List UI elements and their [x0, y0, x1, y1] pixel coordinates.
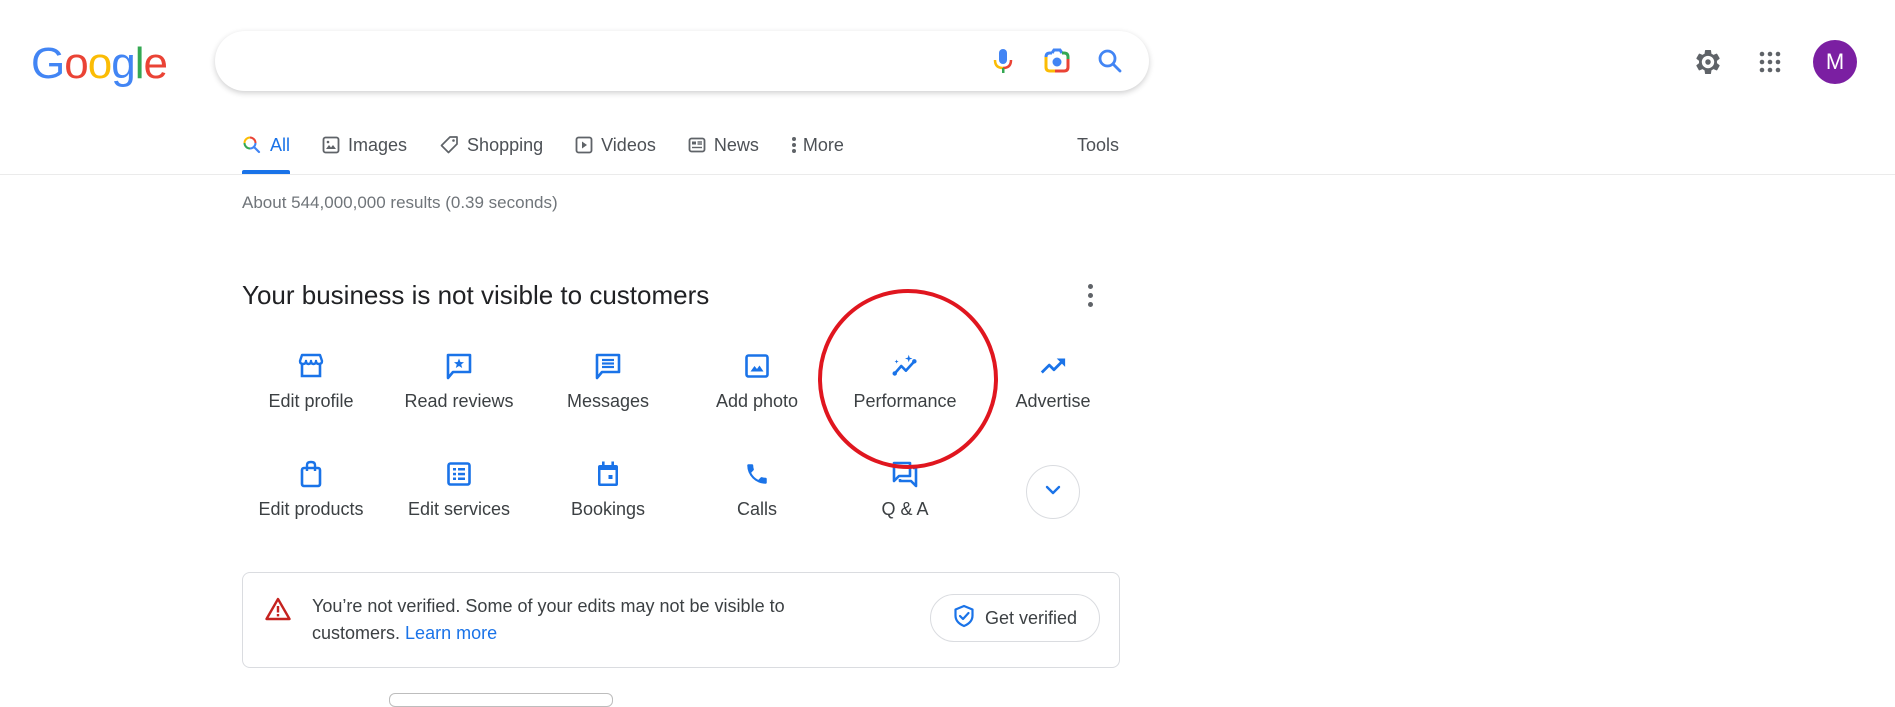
- action-label: Edit products: [258, 499, 364, 519]
- verification-banner: You’re not verified. Some of your edits …: [242, 572, 1120, 668]
- warning-icon: [265, 597, 291, 626]
- action-label: Edit services: [407, 499, 511, 519]
- card-more-options-icon[interactable]: [1078, 280, 1102, 310]
- action-label: Edit profile: [268, 391, 354, 411]
- logo-letter: g: [111, 39, 136, 88]
- action-bookings[interactable]: Bookings: [534, 460, 682, 520]
- search-icon: [242, 135, 262, 155]
- tab-news[interactable]: News: [688, 130, 759, 160]
- tools-button[interactable]: Tools: [1077, 130, 1119, 160]
- performance-sparkle-icon: [891, 352, 919, 380]
- logo-letter: o: [87, 39, 113, 88]
- get-verified-button[interactable]: Get verified: [930, 594, 1100, 642]
- message-icon: [594, 352, 622, 380]
- action-label: Performance: [853, 391, 957, 411]
- google-logo[interactable]: Google: [31, 39, 168, 88]
- action-messages[interactable]: Messages: [534, 352, 682, 412]
- tab-label: All: [270, 134, 291, 155]
- search-box: [215, 31, 1149, 91]
- logo-letter: o: [64, 39, 89, 88]
- action-label: Bookings: [570, 499, 646, 519]
- avatar-initial: M: [1825, 49, 1845, 74]
- settings-gear-icon[interactable]: [1690, 44, 1726, 80]
- action-label: Read reviews: [404, 391, 514, 411]
- expand-actions-button[interactable]: [1026, 465, 1080, 519]
- tab-label: Videos: [601, 134, 656, 155]
- action-label: Q & A: [881, 499, 929, 519]
- header-divider: [0, 174, 1895, 175]
- account-avatar[interactable]: M: [1813, 40, 1857, 84]
- tab-more[interactable]: More: [791, 130, 844, 160]
- action-q-and-a[interactable]: Q & A: [831, 460, 979, 520]
- google-lens-icon[interactable]: [1043, 47, 1071, 75]
- verification-text: You’re not verified. Some of your edits …: [312, 596, 785, 643]
- verification-message: You’re not verified. Some of your edits …: [312, 593, 852, 647]
- review-star-icon: [445, 352, 473, 380]
- more-vert-icon: [791, 135, 797, 155]
- action-label: Advertise: [1015, 391, 1091, 411]
- get-verified-label: Get verified: [984, 607, 1078, 628]
- logo-letter: e: [143, 39, 168, 88]
- microphone-icon[interactable]: [989, 47, 1017, 75]
- tag-icon: [439, 135, 459, 155]
- action-performance[interactable]: Performance: [831, 352, 979, 412]
- result-stats: About 544,000,000 results (0.39 seconds): [242, 193, 558, 212]
- action-edit-services[interactable]: Edit services: [385, 460, 533, 520]
- trending-up-icon: [1039, 352, 1067, 380]
- tab-label: Images: [348, 134, 408, 155]
- search-input[interactable]: [239, 41, 983, 83]
- action-edit-profile[interactable]: Edit profile: [237, 352, 385, 412]
- action-label: Calls: [736, 499, 777, 519]
- partial-next-button[interactable]: [389, 693, 613, 707]
- tab-label: Shopping: [467, 134, 544, 155]
- business-card-title: Your business is not visible to customer…: [242, 280, 710, 310]
- action-calls[interactable]: Calls: [683, 460, 831, 520]
- search-icon[interactable]: [1096, 47, 1124, 75]
- learn-more-link[interactable]: Learn more: [405, 623, 497, 643]
- action-label: Messages: [566, 391, 650, 411]
- action-add-photo[interactable]: Add photo: [683, 352, 831, 412]
- logo-letter: l: [134, 39, 145, 88]
- tab-label: More: [802, 134, 844, 155]
- logo-letter: G: [31, 39, 65, 88]
- tab-label: News: [713, 134, 759, 155]
- action-edit-products[interactable]: Edit products: [237, 460, 385, 520]
- list-icon: [445, 460, 473, 488]
- photo-icon: [743, 352, 771, 380]
- shopping-bag-icon: [297, 460, 325, 488]
- verified-shield-icon: [953, 604, 975, 633]
- tab-all[interactable]: All: [242, 130, 291, 174]
- image-icon: [322, 136, 340, 154]
- action-advertise[interactable]: Advertise: [979, 352, 1127, 412]
- play-icon: [575, 136, 593, 154]
- phone-icon: [743, 460, 771, 488]
- tab-shopping[interactable]: Shopping: [439, 130, 543, 160]
- action-read-reviews[interactable]: Read reviews: [385, 352, 533, 412]
- tab-videos[interactable]: Videos: [575, 130, 656, 160]
- qa-forum-icon: [891, 460, 919, 488]
- action-label: Add photo: [715, 391, 799, 411]
- chevron-down-icon: [1044, 483, 1062, 501]
- newspaper-icon: [688, 136, 706, 154]
- storefront-icon: [297, 352, 325, 380]
- search-tabs: All Images Shopping Videos News More: [242, 130, 876, 175]
- calendar-icon: [594, 460, 622, 488]
- tab-images[interactable]: Images: [322, 130, 407, 160]
- apps-grid-icon[interactable]: [1752, 44, 1788, 80]
